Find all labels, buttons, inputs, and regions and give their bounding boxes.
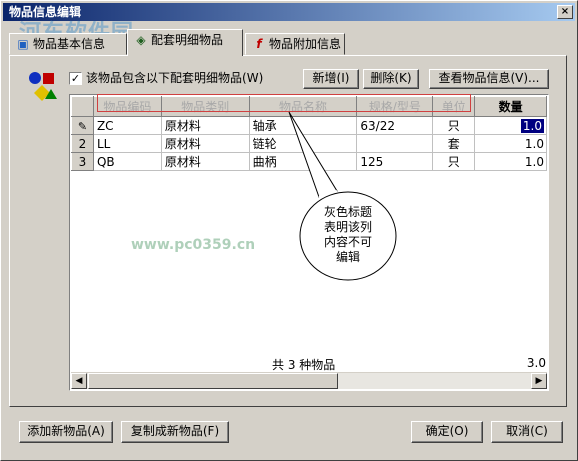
callout-text: 灰色标题 表明该列 内容不可 编辑 xyxy=(307,205,389,265)
checkbox-box[interactable]: ✓ xyxy=(69,72,82,85)
parts-icon: ◈ xyxy=(136,33,146,47)
table-row[interactable]: ✎ ZC 原材料 轴承 63/22 只 1.0 xyxy=(71,116,547,135)
header-code: 物品编码 xyxy=(92,96,162,117)
tab-label: 物品附加信息 xyxy=(269,37,342,51)
tab-extra-info[interactable]: f 物品附加信息 xyxy=(245,33,345,55)
cell-unit: 套 xyxy=(432,134,476,153)
total-quantity: 3.0 xyxy=(526,356,546,370)
callout-line: 编辑 xyxy=(335,250,360,264)
checkbox-hotkey: (W) xyxy=(242,71,264,85)
table-header-row: 物品编码 物品类别 物品名称 规格/型号 单位 数量 xyxy=(71,96,547,117)
ok-button[interactable]: 确定(O) xyxy=(411,421,483,443)
row-number: 3 xyxy=(71,152,94,171)
cell-quantity[interactable]: 1.0 xyxy=(474,152,547,171)
cell-code: QB xyxy=(93,152,162,171)
checkbox-label: 该物品包含以下配套明细物品 xyxy=(86,71,243,85)
cell-category: 原材料 xyxy=(161,134,250,153)
scrollbar-thumb[interactable] xyxy=(88,373,338,389)
cell-quantity[interactable]: 1.0 xyxy=(474,116,547,135)
header-name: 物品名称 xyxy=(248,96,358,117)
cell-code: ZC xyxy=(93,116,162,135)
callout-line: 内容不可 xyxy=(323,235,372,249)
callout-line: 灰色标题 xyxy=(323,205,372,219)
dialog-window: 物品信息编辑 × 河东软件园 ▣物品基本信息 ◈配套明细物品 f物品附加信息 ✓… xyxy=(0,0,578,461)
row-pointer-icon: ✎ xyxy=(71,116,94,135)
kit-items-icon xyxy=(29,72,57,101)
cancel-button[interactable]: 取消(C) xyxy=(491,421,563,443)
tab-label: 配套明细物品 xyxy=(151,33,224,47)
quantity-editor[interactable]: 1.0 xyxy=(520,118,544,133)
function-icon: f xyxy=(256,37,262,51)
cell-unit: 只 xyxy=(432,116,476,135)
table-row[interactable]: 2 LL 原材料 链轮 套 1.0 xyxy=(71,134,547,153)
add-new-item-button[interactable]: 添加新物品(A) xyxy=(19,421,113,443)
grid-footer: 共 3 种物品 3.0 xyxy=(72,354,548,372)
cell-spec: 63/22 xyxy=(356,116,434,135)
close-button[interactable]: × xyxy=(557,5,573,19)
header-quantity: 数量 xyxy=(474,96,547,117)
cell-name: 轴承 xyxy=(249,116,358,135)
header-spec: 规格/型号 xyxy=(356,96,434,117)
scroll-right-icon[interactable]: ▶ xyxy=(531,373,547,389)
delete-item-button[interactable]: 删除(K) xyxy=(363,69,419,89)
header-category: 物品类别 xyxy=(160,96,250,117)
header-unit: 单位 xyxy=(432,96,476,117)
cell-name: 曲柄 xyxy=(249,152,358,171)
callout-line: 表明该列 xyxy=(323,220,372,234)
header-corner xyxy=(71,96,94,117)
total-items-label: 共 3 种物品 xyxy=(272,358,336,372)
info-icon: ▣ xyxy=(17,37,29,51)
tab-basic-info[interactable]: ▣ 物品基本信息 xyxy=(9,33,127,55)
scroll-left-icon[interactable]: ◀ xyxy=(71,373,87,389)
copy-as-new-item-button[interactable]: 复制成新物品(F) xyxy=(121,421,229,443)
cell-spec: 125 xyxy=(356,152,434,171)
view-item-info-button[interactable]: 查看物品信息(V)... xyxy=(429,69,549,89)
horizontal-scrollbar[interactable]: ◀ ▶ xyxy=(71,372,547,389)
items-table: 物品编码 物品类别 物品名称 规格/型号 单位 数量 ✎ ZC 原材料 轴承 6 xyxy=(71,96,547,171)
cell-quantity[interactable]: 1.0 xyxy=(474,134,547,153)
cell-category: 原材料 xyxy=(161,152,250,171)
table-row[interactable]: 3 QB 原材料 曲柄 125 只 1.0 xyxy=(71,152,547,171)
watermark-url: www.pc0359.cn xyxy=(131,237,256,253)
row-number: 2 xyxy=(71,134,94,153)
cell-unit: 只 xyxy=(432,152,476,171)
cell-spec xyxy=(356,134,434,153)
add-item-button[interactable]: 新增(I) xyxy=(303,69,359,89)
cell-name: 链轮 xyxy=(249,134,358,153)
cell-category: 原材料 xyxy=(161,116,250,135)
cell-code: LL xyxy=(93,134,162,153)
tab-label: 物品基本信息 xyxy=(33,37,106,51)
contains-kit-checkbox[interactable]: ✓ 该物品包含以下配套明细物品(W) xyxy=(69,71,263,87)
tab-kit-items[interactable]: ◈ 配套明细物品 xyxy=(127,29,243,56)
